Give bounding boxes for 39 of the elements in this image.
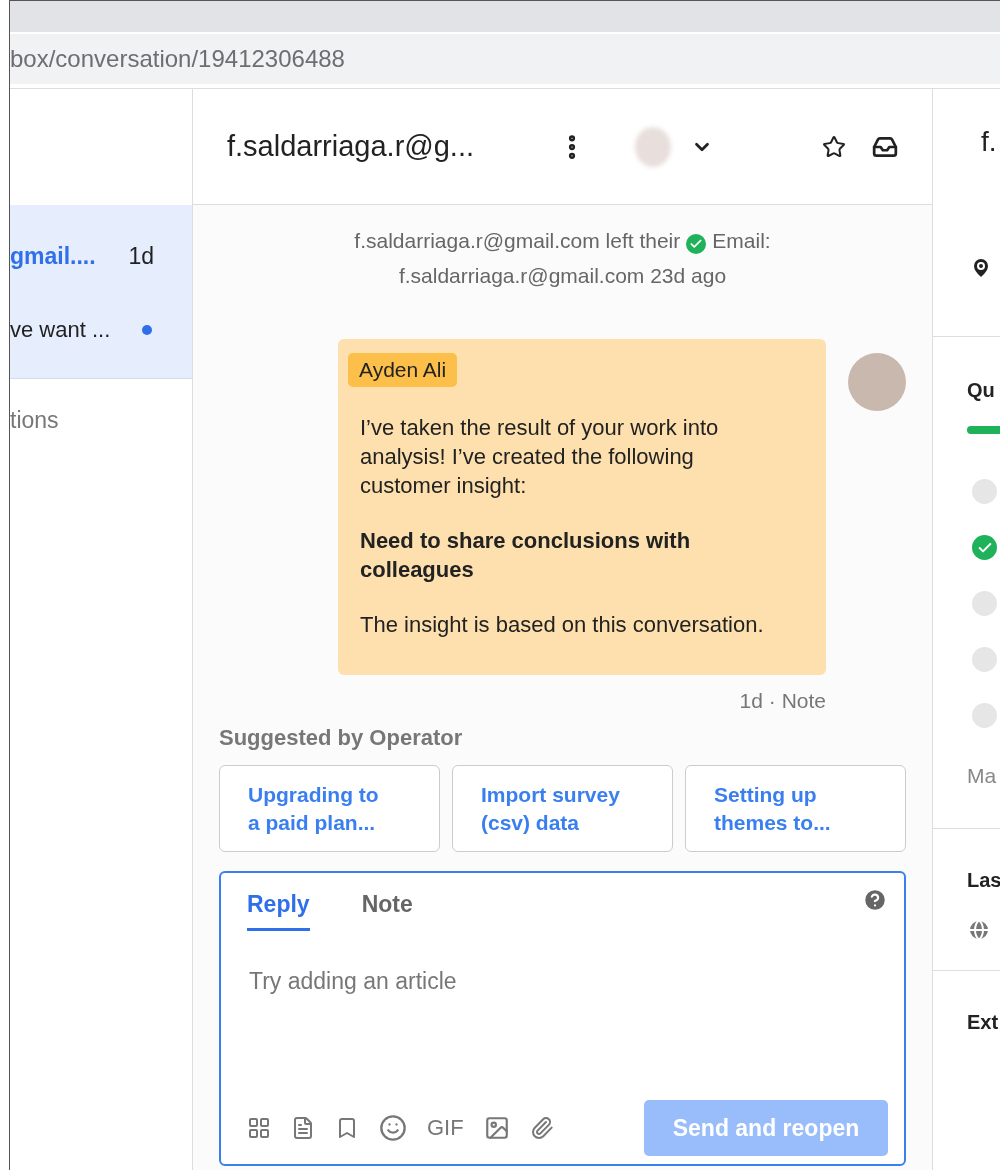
- apps-icon[interactable]: [247, 1116, 271, 1140]
- checklist-circle[interactable]: [972, 647, 997, 672]
- section-label: tions: [10, 407, 60, 434]
- conversation-sender: gmail....: [10, 243, 97, 271]
- conversation-title: f.saldarriaga.r@g...: [227, 130, 476, 163]
- composer-tab[interactable]: Note: [361, 873, 413, 931]
- check-icon: [686, 234, 707, 254]
- checklist-circle[interactable]: [972, 479, 997, 504]
- checklist-circle[interactable]: [972, 535, 997, 560]
- star-icon[interactable]: [822, 134, 846, 159]
- contact-name: f.: [981, 126, 998, 158]
- suggestions-label: Suggested by Operator: [219, 725, 464, 751]
- note-paragraph: The insight is based on this conversation.: [360, 611, 765, 639]
- composer-tab[interactable]: Reply: [247, 873, 310, 931]
- image-icon[interactable]: [483, 1115, 510, 1141]
- section-title: Ext: [967, 1011, 999, 1034]
- section-title: Las: [967, 869, 1000, 892]
- section-title: Qu: [967, 379, 995, 402]
- globe-icon: [967, 918, 991, 942]
- suggested-article-button[interactable]: Setting up themes to...: [685, 765, 906, 852]
- conversation-preview: ve want ...: [10, 317, 112, 343]
- note-paragraph: I’ve taken the result of your work into analysis! I’ve created the following customer insight:: [360, 414, 720, 500]
- gif-button[interactable]: GIF: [427, 1115, 464, 1141]
- more-link[interactable]: Ma: [967, 764, 1000, 788]
- emoji-icon[interactable]: [379, 1114, 407, 1142]
- address-bar[interactable]: box/conversation/19412306488: [10, 34, 1000, 84]
- checklist-circle[interactable]: [972, 703, 997, 728]
- conversation-item[interactable]: gmail.... 1d ve want ...: [10, 205, 192, 379]
- document-icon[interactable]: [291, 1116, 315, 1140]
- note-author: Ayden Ali: [348, 353, 458, 387]
- suggested-article-button[interactable]: Import survey (csv) data: [452, 765, 673, 852]
- paperclip-icon[interactable]: [529, 1116, 554, 1140]
- event-message: f.saldarriaga.r@gmail.com left their Email: f.saldarriaga.r@gmail.com 23d ago: [353, 228, 772, 289]
- note-meta: 1d · Note: [739, 689, 826, 713]
- suggested-article-button[interactable]: Upgrading to a paid plan...: [219, 765, 440, 852]
- checklist-circle[interactable]: [972, 591, 997, 616]
- help-icon[interactable]: [862, 887, 888, 913]
- note-paragraph: Need to share conclusions with colleagues: [360, 527, 692, 584]
- conversation-time: 1d: [128, 243, 154, 271]
